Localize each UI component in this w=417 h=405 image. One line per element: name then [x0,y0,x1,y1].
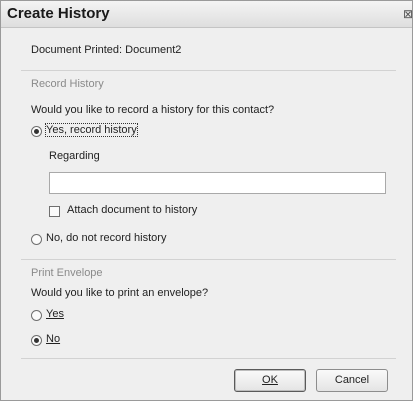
record-history-question: Would you like to record a history for t… [31,104,275,116]
envelope-no-radio[interactable] [31,335,42,346]
no-record-history-radio[interactable] [31,234,42,245]
dialog-title: Create History [7,5,110,22]
divider [21,259,396,260]
create-history-dialog: Create History ⊠ Document Printed: Docum… [0,0,413,401]
yes-record-history-label[interactable]: Yes, record history [45,123,138,137]
envelope-yes-radio[interactable] [31,310,42,321]
no-record-history-label[interactable]: No, do not record history [46,232,166,244]
regarding-input[interactable] [49,172,386,194]
print-envelope-group-label: Print Envelope [31,267,103,279]
title-bar: Create History ⊠ [1,1,414,28]
document-printed-text: Document Printed: Document2 [31,44,182,56]
close-icon[interactable]: ⊠ [402,7,414,21]
record-history-group-label: Record History [31,78,104,90]
divider [21,358,396,359]
cancel-button-label: Cancel [334,374,370,386]
divider [21,70,396,71]
ok-button[interactable]: OK [234,369,306,392]
envelope-yes-label[interactable]: Yes [46,308,64,320]
cancel-button[interactable]: Cancel [316,369,388,392]
attach-document-checkbox[interactable] [49,206,60,217]
yes-record-history-radio[interactable] [31,126,42,137]
print-envelope-question: Would you like to print an envelope? [31,287,209,299]
ok-button-label: OK [262,374,278,386]
attach-document-label[interactable]: Attach document to history [67,204,197,216]
regarding-label: Regarding [49,150,100,162]
envelope-no-label[interactable]: No [46,333,60,345]
